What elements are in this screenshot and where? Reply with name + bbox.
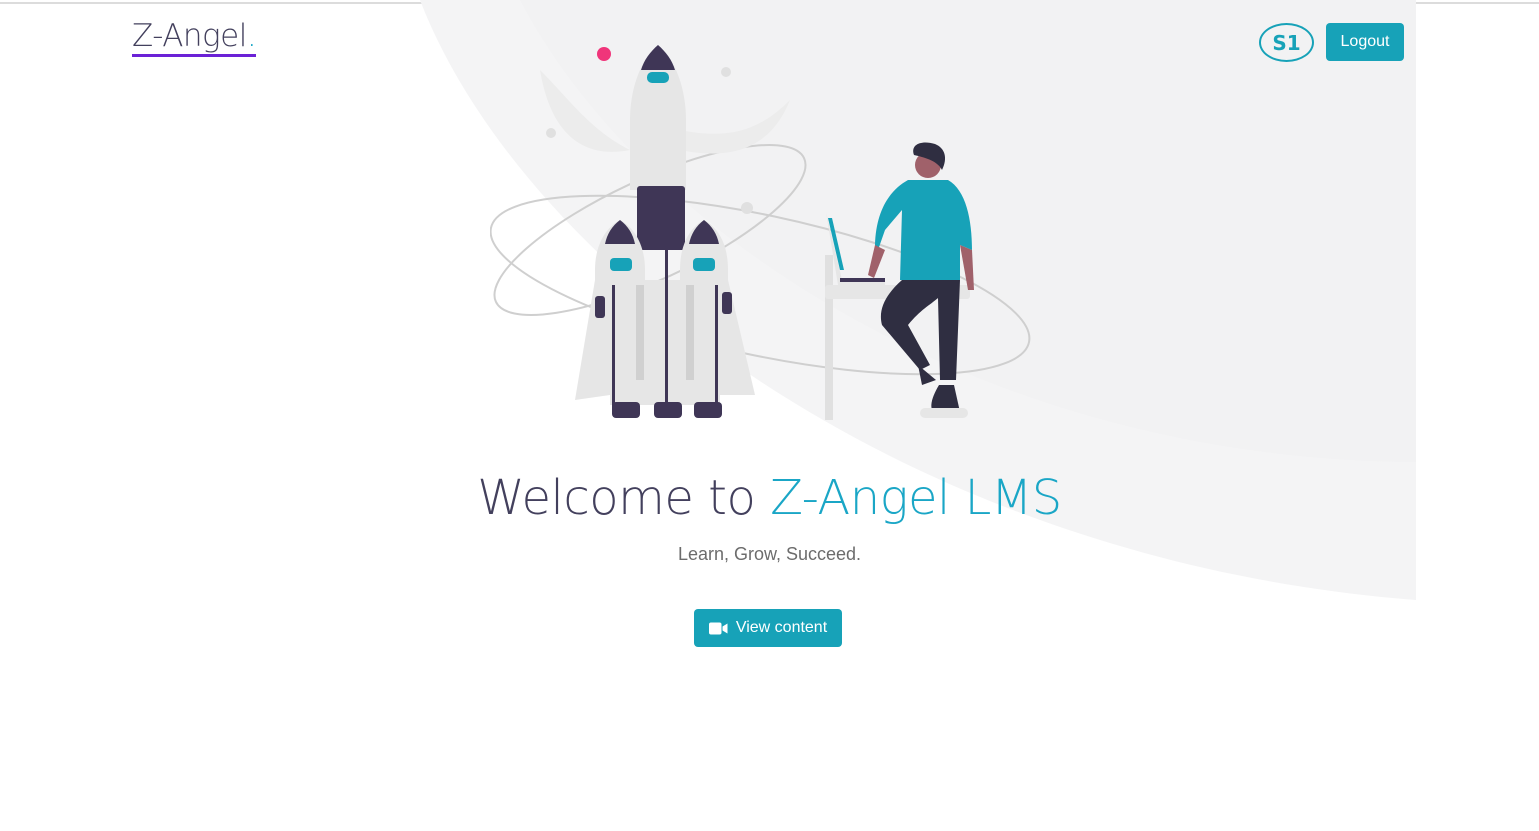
rocket-launch-illustration: [490, 45, 1031, 420]
logo-text: Z-Angel: [132, 18, 247, 54]
hero-title: Welcome to Z-Angel LMS: [0, 470, 1539, 526]
view-content-button[interactable]: View content: [694, 609, 842, 647]
hero-title-accent: Z-Angel LMS: [770, 470, 1062, 526]
hero-title-prefix: Welcome to: [477, 470, 756, 526]
logo[interactable]: Z-Angel.: [132, 18, 257, 57]
video-camera-icon: [708, 622, 728, 634]
logout-button[interactable]: Logout: [1326, 23, 1404, 61]
view-content-label: View content: [735, 619, 828, 636]
hero-subtitle: Learn, Grow, Succeed.: [677, 544, 862, 564]
user-avatar[interactable]: S1: [1259, 23, 1314, 62]
logo-dot: .: [246, 18, 257, 54]
